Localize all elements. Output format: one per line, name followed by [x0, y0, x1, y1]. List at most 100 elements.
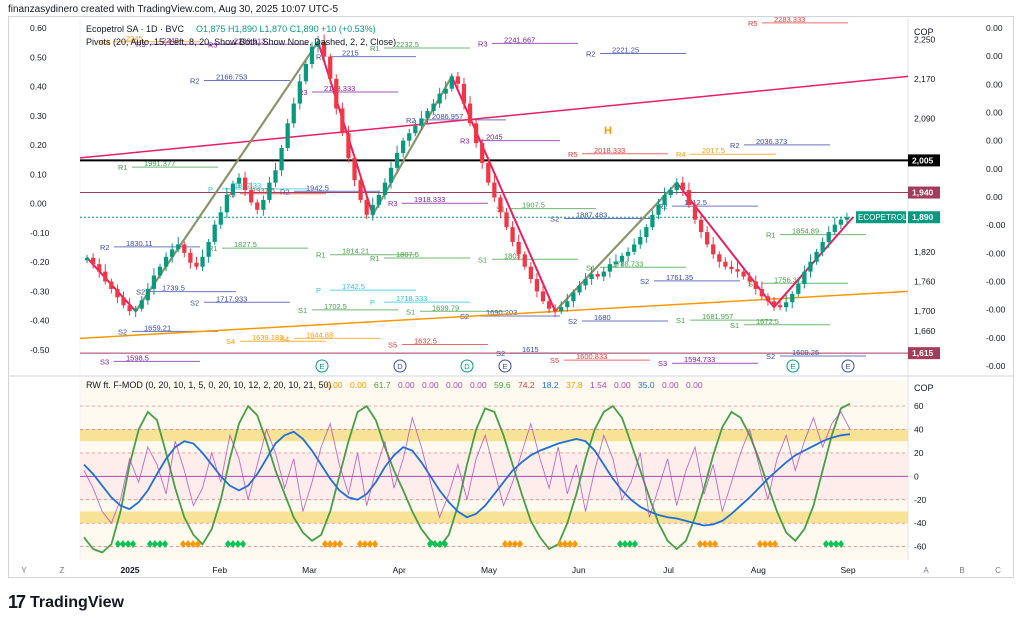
price-tag-label: 1,615: [912, 348, 934, 358]
pivot-value: 1827.5: [234, 240, 257, 249]
candle-body: [662, 195, 667, 205]
chart-canvas[interactable]: R4 2245R3 2239.913R2 2215R1 2232.5 R3 2241.667…: [0, 0, 1024, 622]
event-marker-label: E: [845, 362, 850, 371]
pivot-label: S2: [568, 317, 577, 326]
candle-body: [832, 224, 837, 233]
left-scale-tick: 0.00: [30, 199, 47, 209]
right-scale-tick: -0.00: [986, 277, 1006, 287]
candle-body: [589, 274, 594, 280]
event-marker-label: E: [790, 362, 795, 371]
candle-body: [705, 232, 710, 245]
pivot-label: R5: [748, 19, 758, 28]
pivot-value: 1942.5: [306, 183, 329, 192]
pivot-label: S3: [100, 357, 109, 366]
candle-body: [151, 275, 157, 289]
candle-body: [534, 279, 540, 292]
pivot-value: 2283.333: [774, 15, 805, 24]
pivot-label: S1: [676, 316, 685, 325]
event-marker-label: D: [397, 362, 403, 371]
candle-body: [601, 271, 606, 277]
pivot-label: R2: [586, 50, 596, 59]
indicator-value: 74.2: [518, 380, 535, 390]
month-tick: May: [481, 565, 498, 575]
candle-body: [777, 305, 783, 308]
candle-body: [559, 307, 564, 312]
candle-body: [431, 103, 436, 111]
left-scale-tick: -0.20: [30, 257, 50, 267]
pivot-label: S1: [478, 255, 487, 264]
candle-body: [674, 182, 679, 191]
candle-body: [613, 261, 619, 265]
candle-body: [394, 152, 400, 168]
pivot-value: 2215: [342, 49, 359, 58]
pivot-value: 2086.957: [432, 112, 463, 121]
right-scale-tick: 0.00: [986, 108, 1003, 118]
candle-body: [504, 212, 509, 228]
candle-body: [352, 157, 357, 181]
pivot-label: S2: [118, 327, 127, 336]
tradingview-brand[interactable]: 17 TradingView: [8, 592, 124, 613]
month-tick: Mar: [302, 565, 317, 575]
pivot-label: S1: [406, 307, 415, 316]
pivot-value: 1681.957: [702, 312, 733, 321]
right-scale-tick: 0.00: [986, 164, 1003, 174]
indicator-legend[interactable]: RW ft. F-MOD (0, 20, 10, 1, 5, 0, 20, 10…: [86, 380, 331, 390]
pivots-legend[interactable]: Pivots (20, Auto, 15, Left, 8, 20, Show …: [86, 37, 396, 47]
candle-body: [461, 83, 467, 104]
left-scale-tick: 0.60: [30, 23, 47, 33]
candle-body: [735, 269, 740, 272]
candle-body: [492, 182, 497, 198]
candle-body: [638, 237, 643, 245]
candle-body: [224, 195, 229, 213]
pivot-label: S2: [550, 214, 559, 223]
candle-body: [388, 167, 394, 183]
indicator-value: 35.0: [638, 380, 655, 390]
symbol-legend[interactable]: Ecopetrol SA · 1D · BVC: [86, 24, 185, 34]
candle-body: [467, 103, 473, 124]
pivot-value: 2045: [486, 133, 503, 142]
pivot-value: 2143.333: [324, 84, 355, 93]
candle-body: [133, 308, 138, 312]
candle-body: [838, 219, 844, 225]
candle-body: [340, 108, 345, 134]
candle-body: [309, 46, 315, 65]
candle-body: [273, 170, 278, 183]
candle-body: [145, 288, 150, 301]
pivot-value: 2166.753: [216, 72, 247, 81]
candle-body: [176, 244, 181, 250]
ohlc-legend: O1,875 H1,890 L1,870 C1,890 +10 (+0.53%): [196, 24, 376, 34]
pivot-label: S4: [226, 337, 235, 346]
month-tick: Sep: [840, 565, 855, 575]
event-marker-label: E: [319, 362, 324, 371]
candle-body: [650, 214, 655, 228]
candle-body: [723, 261, 728, 267]
pivot-value: 1598.5: [126, 353, 149, 362]
pivot-label: S1: [730, 321, 739, 330]
candle-body: [686, 190, 692, 205]
candle-body: [291, 103, 296, 124]
indicator-tick: 40: [914, 424, 924, 434]
pivot-label: R3: [460, 137, 470, 146]
candle-body: [261, 199, 266, 210]
candle-body: [473, 123, 479, 144]
right-scale-tick: -0.00: [986, 333, 1006, 343]
pivot-value: 1672.5: [756, 317, 779, 326]
right-scale-tick: 0.00: [986, 136, 1003, 146]
pivot-label: S3: [658, 359, 667, 368]
candle-body: [242, 177, 248, 191]
left-scale-tick: 0.20: [30, 140, 47, 150]
pivot-label: R1: [316, 251, 326, 260]
price-tick: 2,090: [914, 113, 936, 123]
indicator-value: 1.54: [590, 380, 607, 390]
candle-body: [486, 162, 491, 183]
pivot-value: 1907.5: [522, 201, 545, 210]
indicator-value: 0.00: [398, 380, 415, 390]
pivot-value: 1761.35: [666, 273, 693, 282]
candle-body: [826, 232, 831, 242]
candle-body: [297, 81, 302, 104]
left-scale-tick: 0.40: [30, 82, 47, 92]
right-scale-tick: -0.00: [986, 305, 1006, 315]
candle-body: [200, 256, 205, 267]
pivot-value: 1718.333: [396, 294, 427, 303]
indicator-band: [80, 511, 908, 524]
